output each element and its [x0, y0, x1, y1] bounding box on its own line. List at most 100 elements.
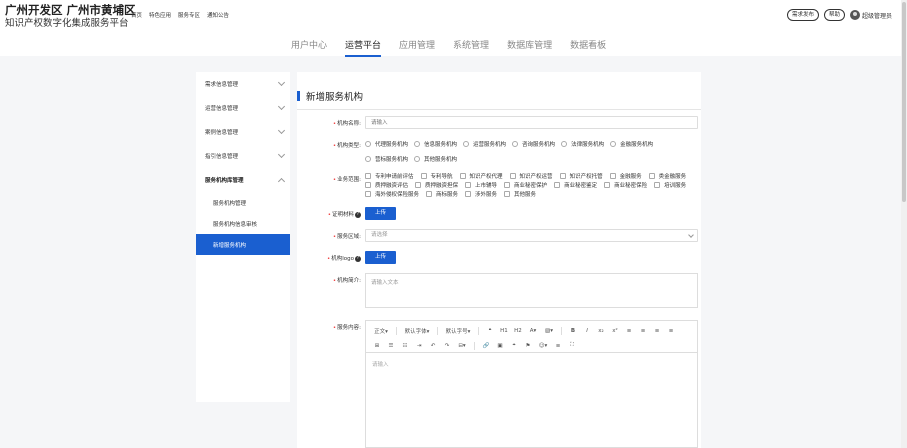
bold-icon[interactable]: B	[566, 328, 580, 334]
tab-user-center[interactable]: 用户中心	[291, 38, 336, 57]
help-icon[interactable]: ?	[355, 255, 361, 262]
scope-option[interactable]: 专利申请前评估	[365, 172, 414, 180]
scope-option[interactable]: 海外侵权保险服务	[365, 190, 419, 198]
sidebar-subitem-service-org-management[interactable]: 服务机构管理	[196, 192, 290, 213]
subscript-icon[interactable]: x₂	[594, 328, 608, 334]
rich-text-editor[interactable]: 正文▾ 默认字体▾ 默认字号▾ ❝ H1 H2 A▾ ▧▾ B I x₂ x²	[365, 320, 698, 448]
org-intro-label: •机构简介:	[332, 278, 361, 284]
scope-option[interactable]: 知识产权托管	[559, 172, 603, 180]
scope-option[interactable]: 涉外服务	[465, 190, 497, 198]
font-color-icon[interactable]: A▾	[525, 328, 541, 334]
scope-option[interactable]: 上市辅导	[465, 181, 497, 189]
redo-icon[interactable]: ↷	[440, 343, 454, 349]
nav-service-zone[interactable]: 服务专区	[178, 11, 200, 19]
scope-option[interactable]: 金融服务	[609, 172, 642, 180]
align-left-icon[interactable]: ≡	[622, 328, 636, 334]
sidebar-subitem-service-org-review[interactable]: 服务机构信息审核	[196, 213, 290, 234]
superscript-icon[interactable]: x²	[608, 328, 622, 334]
sidebar-subitem-add-service-org[interactable]: 新增服务机构	[196, 234, 290, 255]
org-type-option[interactable]: 营标服务机构	[365, 155, 408, 163]
scope-option[interactable]: 知识产权代理	[459, 172, 503, 180]
scope-option[interactable]: 商标服务	[426, 190, 458, 198]
publish-demand-button[interactable]: 需求发布	[786, 9, 819, 21]
table-icon[interactable]: ⊟▾	[454, 343, 470, 349]
proof-upload-button[interactable]: 上传	[365, 207, 396, 220]
quote-icon[interactable]: ❝	[483, 328, 497, 334]
title-accent-bar	[297, 91, 300, 101]
org-type-option[interactable]: 其他服务机构	[414, 155, 457, 163]
scope-option[interactable]: 商业秘密保护	[504, 181, 547, 189]
paragraph-style-dropdown[interactable]: 正文▾	[370, 327, 392, 335]
scope-option[interactable]: 商业秘密保险	[604, 181, 647, 189]
help-icon[interactable]: ?	[355, 211, 361, 218]
page-scrollbar[interactable]	[901, 0, 907, 448]
scrollbar-thumb[interactable]	[902, 2, 906, 202]
org-intro-textarea[interactable]: 请输入文本	[365, 273, 698, 308]
scope-option[interactable]: 培训服务	[654, 181, 686, 189]
org-type-option[interactable]: 运营服务机构	[463, 140, 506, 148]
font-size-dropdown[interactable]: 默认字号▾	[442, 327, 474, 335]
tab-data-dashboard[interactable]: 数据看板	[561, 38, 615, 57]
brand[interactable]: 广州开发区 广州市黄埔区 知识产权数字化集成服务平台	[5, 3, 136, 30]
checkbox-icon	[420, 173, 427, 179]
image-icon[interactable]: ▣	[493, 343, 507, 349]
indent-icon[interactable]: ⊞	[370, 343, 384, 349]
sidebar-item-service-org-library[interactable]: 服务机构库管理	[196, 168, 290, 192]
background-color-icon[interactable]: ▧▾	[541, 328, 557, 334]
scope-option[interactable]: 质押融资担保	[415, 181, 458, 189]
tab-app-management[interactable]: 应用管理	[390, 38, 444, 57]
org-type-option[interactable]: 信息服务机构	[414, 140, 457, 148]
logo-upload-button[interactable]: 上传	[365, 251, 396, 264]
org-type-option[interactable]: 法律服务机构	[561, 140, 604, 148]
align-justify-icon[interactable]: ≡	[664, 328, 678, 334]
heading2-icon[interactable]: H2	[511, 328, 525, 334]
checkbox-icon	[604, 182, 611, 188]
outdent-icon[interactable]: ⇥	[412, 343, 426, 349]
toolbar-separator	[478, 326, 479, 335]
bullet-list-icon[interactable]: ☰	[384, 343, 398, 349]
sidebar-item-demand-info[interactable]: 需求信息管理	[196, 72, 290, 96]
align-center-icon[interactable]: ≡	[636, 328, 650, 334]
org-type-option[interactable]: 金融服务机构	[610, 140, 653, 148]
font-family-dropdown[interactable]: 默认字体▾	[401, 327, 433, 335]
chevron-up-icon	[277, 177, 286, 185]
horizontal-rule-icon[interactable]: ≡	[551, 343, 565, 349]
scope-option[interactable]: 专利导航	[420, 172, 453, 180]
undo-icon[interactable]: ↶	[426, 343, 440, 349]
nav-home[interactable]: 首页	[131, 11, 142, 19]
business-scope-label: •业务范围:	[332, 177, 361, 183]
tab-database-management[interactable]: 数据库管理	[498, 38, 561, 57]
flag-icon[interactable]: ⚑	[521, 343, 535, 349]
sidebar-item-guide-info[interactable]: 指引信息管理	[196, 144, 290, 168]
scope-option[interactable]: 质押融资评估	[365, 181, 408, 189]
org-type-option[interactable]: 咨询服务机构	[512, 140, 555, 148]
user-name: 超级管理员	[861, 12, 892, 20]
nav-notices[interactable]: 通知公告	[207, 11, 229, 19]
heading1-icon[interactable]: H1	[497, 328, 511, 334]
toolbar-separator	[474, 341, 475, 350]
sidebar-item-case-info[interactable]: 案例信息管理	[196, 120, 290, 144]
italic-icon[interactable]: I	[580, 328, 594, 334]
help-button[interactable]: 帮助	[823, 9, 845, 21]
fullscreen-icon[interactable]: ⛶	[565, 342, 579, 349]
link-icon[interactable]: 🔗	[479, 343, 493, 349]
scope-option[interactable]: 商业秘密鉴定	[554, 181, 597, 189]
user-menu[interactable]: 超级管理员	[849, 10, 892, 20]
numbered-list-icon[interactable]: ☷	[398, 343, 412, 349]
sidebar-item-label: 指引信息管理	[205, 154, 239, 160]
chevron-down-icon	[277, 78, 286, 87]
emoji-icon[interactable]: ☺▾	[535, 343, 551, 349]
scope-option[interactable]: 类金融服务	[648, 172, 686, 180]
sidebar-item-operations-info[interactable]: 运营信息管理	[196, 96, 290, 120]
anchor-icon[interactable]: ⌖	[507, 342, 521, 349]
tab-operations-platform[interactable]: 运营平台	[336, 38, 390, 57]
nav-featured-apps[interactable]: 特色应用	[149, 11, 171, 19]
editor-body[interactable]: 请输入	[366, 353, 697, 375]
org-type-option[interactable]: 代理服务机构	[365, 140, 408, 148]
align-right-icon[interactable]: ≡	[650, 328, 664, 334]
scope-option[interactable]: 知识产权运营	[509, 172, 553, 180]
scope-option[interactable]: 其他服务	[504, 190, 536, 198]
org-name-input[interactable]	[365, 116, 698, 129]
service-region-select[interactable]: 请选择	[365, 229, 698, 242]
tab-system-management[interactable]: 系统管理	[444, 38, 498, 57]
